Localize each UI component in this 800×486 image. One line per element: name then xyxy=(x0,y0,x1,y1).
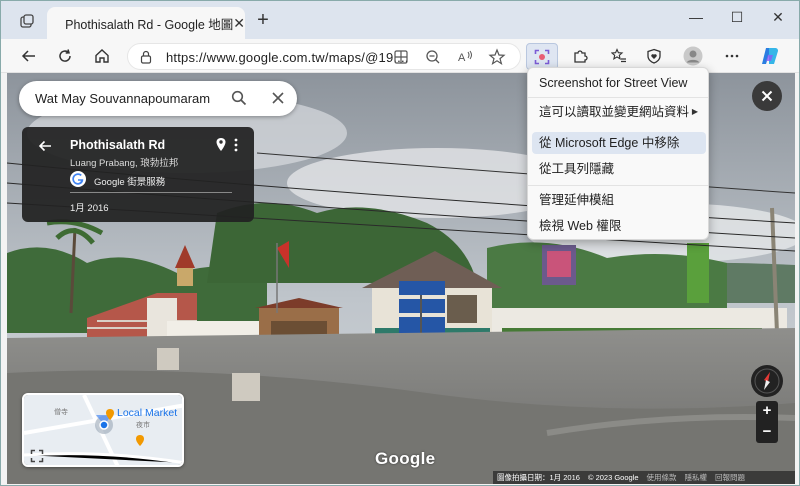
browser-essentials-button[interactable] xyxy=(643,45,665,67)
minimap-place-label[interactable]: Local Market xyxy=(117,407,177,419)
zoom-in-button[interactable]: + xyxy=(756,401,778,422)
menu-item-site-access[interactable]: 這可以讀取並變更網站資料 ▶ xyxy=(532,101,706,123)
minimap-graphic xyxy=(24,395,182,465)
divider xyxy=(70,192,232,193)
footer-capture-date: 圖像拍攝日期：1月 2016 xyxy=(497,473,580,482)
puzzle-icon xyxy=(574,50,588,63)
minimize-button[interactable]: — xyxy=(684,9,708,25)
street-view-info-card: Phothisalath Rd Luang Prabang, 琅勃拉邦 Goog… xyxy=(22,127,254,222)
zoom-control: + − xyxy=(756,401,778,443)
google-watermark: Google xyxy=(375,449,436,468)
url-text: https://www.google.com.tw/maps/@19.... xyxy=(166,50,409,65)
favorite-star-icon[interactable] xyxy=(488,48,506,66)
close-icon xyxy=(761,90,773,102)
zoom-out-button[interactable]: − xyxy=(756,422,778,443)
compass-control[interactable] xyxy=(751,365,783,397)
home-button[interactable] xyxy=(90,44,114,68)
tab-bar: Phothisalath Rd - Google 地圖 ✕ + — ☐ ✕ xyxy=(1,1,799,39)
footer-report-link[interactable]: 回報問題 xyxy=(715,472,745,483)
menu-item-hide-from-toolbar[interactable]: 從工具列隱藏 xyxy=(532,158,706,180)
copilot-icon xyxy=(762,48,778,64)
window-close-button[interactable]: ✕ xyxy=(766,9,790,26)
read-aloud-icon[interactable]: A xyxy=(456,48,474,66)
menu-item-site-access-label: 這可以讀取並變更網站資料 xyxy=(539,105,690,119)
place-title: Phothisalath Rd xyxy=(70,138,166,152)
app-available-icon[interactable] xyxy=(392,48,410,66)
submenu-arrow-icon: ▶ xyxy=(691,107,698,116)
zoom-out-icon[interactable] xyxy=(424,48,442,66)
tab-close-icon[interactable]: ✕ xyxy=(233,15,245,32)
menu-item-manage-extensions[interactable]: 管理延伸模組 xyxy=(532,189,706,211)
address-bar[interactable]: https://www.google.com.tw/maps/@19.... A xyxy=(127,43,521,70)
close-street-view-button[interactable] xyxy=(752,81,782,111)
shield-heart-icon xyxy=(647,48,661,64)
maximize-button[interactable]: ☐ xyxy=(725,9,749,26)
browser-window: Phothisalath Rd - Google 地圖 ✕ + — ☐ ✕ ht… xyxy=(0,0,800,486)
search-icon[interactable] xyxy=(231,90,247,106)
imagery-provider: Google 街景服務 xyxy=(94,177,166,188)
footer-copyright: © 2023 Google xyxy=(587,473,639,482)
svg-text:A: A xyxy=(458,52,466,64)
back-arrow-icon xyxy=(21,50,35,62)
search-input[interactable]: Wat May Souvannapoumaram xyxy=(35,91,210,106)
profile-button[interactable] xyxy=(682,45,704,67)
expand-map-icon[interactable] xyxy=(30,449,44,463)
tab-title: Phothisalath Rd - Google 地圖 xyxy=(65,17,234,32)
location-pin-icon[interactable] xyxy=(215,137,227,153)
avatar-icon xyxy=(683,46,703,66)
lock-icon[interactable] xyxy=(140,50,152,64)
minimap-temple-label: 僧寺 xyxy=(54,409,68,416)
extensions-button[interactable] xyxy=(569,45,591,67)
refresh-button[interactable] xyxy=(53,44,77,68)
workspaces-icon[interactable] xyxy=(19,13,35,29)
home-icon xyxy=(95,49,109,63)
settings-more-button[interactable] xyxy=(721,45,743,67)
menu-item-extension-name[interactable]: Screenshot for Street View xyxy=(532,72,706,94)
clear-search-icon[interactable] xyxy=(271,91,285,105)
screenshot-extension-icon xyxy=(534,49,550,64)
refresh-icon xyxy=(59,49,71,62)
footer-privacy-link[interactable]: 隱私權 xyxy=(685,472,708,483)
compass-icon xyxy=(754,368,780,394)
extension-context-menu: Screenshot for Street View 這可以讀取並變更網站資料 … xyxy=(527,67,709,240)
tab-google-maps[interactable]: Phothisalath Rd - Google 地圖 ✕ xyxy=(47,7,245,39)
search-box[interactable]: Wat May Souvannapoumaram xyxy=(19,81,297,116)
favorites-button[interactable] xyxy=(608,45,630,67)
more-vertical-icon[interactable] xyxy=(232,137,240,153)
google-g-icon xyxy=(70,171,86,187)
favorites-list-icon xyxy=(611,48,626,63)
menu-divider xyxy=(528,185,708,186)
minimap[interactable]: Local Market 夜市 僧寺 xyxy=(22,393,184,467)
menu-divider xyxy=(528,97,708,98)
menu-item-web-permissions[interactable]: 檢視 Web 權限 xyxy=(532,215,706,237)
place-subtitle: Luang Prabang, 琅勃拉邦 xyxy=(70,158,179,169)
menu-item-remove[interactable]: 從 Microsoft Edge 中移除 xyxy=(532,132,706,154)
street-view-extension-button[interactable] xyxy=(526,43,558,70)
copilot-button[interactable] xyxy=(759,45,781,67)
more-horizontal-icon xyxy=(725,54,739,58)
footer-terms-link[interactable]: 使用條款 xyxy=(647,472,677,483)
back-arrow-icon[interactable] xyxy=(38,139,52,153)
back-button[interactable] xyxy=(17,44,41,68)
new-tab-button[interactable]: + xyxy=(253,10,273,30)
capture-date[interactable]: 1月 2016 xyxy=(70,200,109,214)
minimap-place-sublabel: 夜市 xyxy=(136,422,150,429)
map-footer: 圖像拍攝日期：1月 2016 © 2023 Google 使用條款 隱私權 回報… xyxy=(493,471,795,484)
